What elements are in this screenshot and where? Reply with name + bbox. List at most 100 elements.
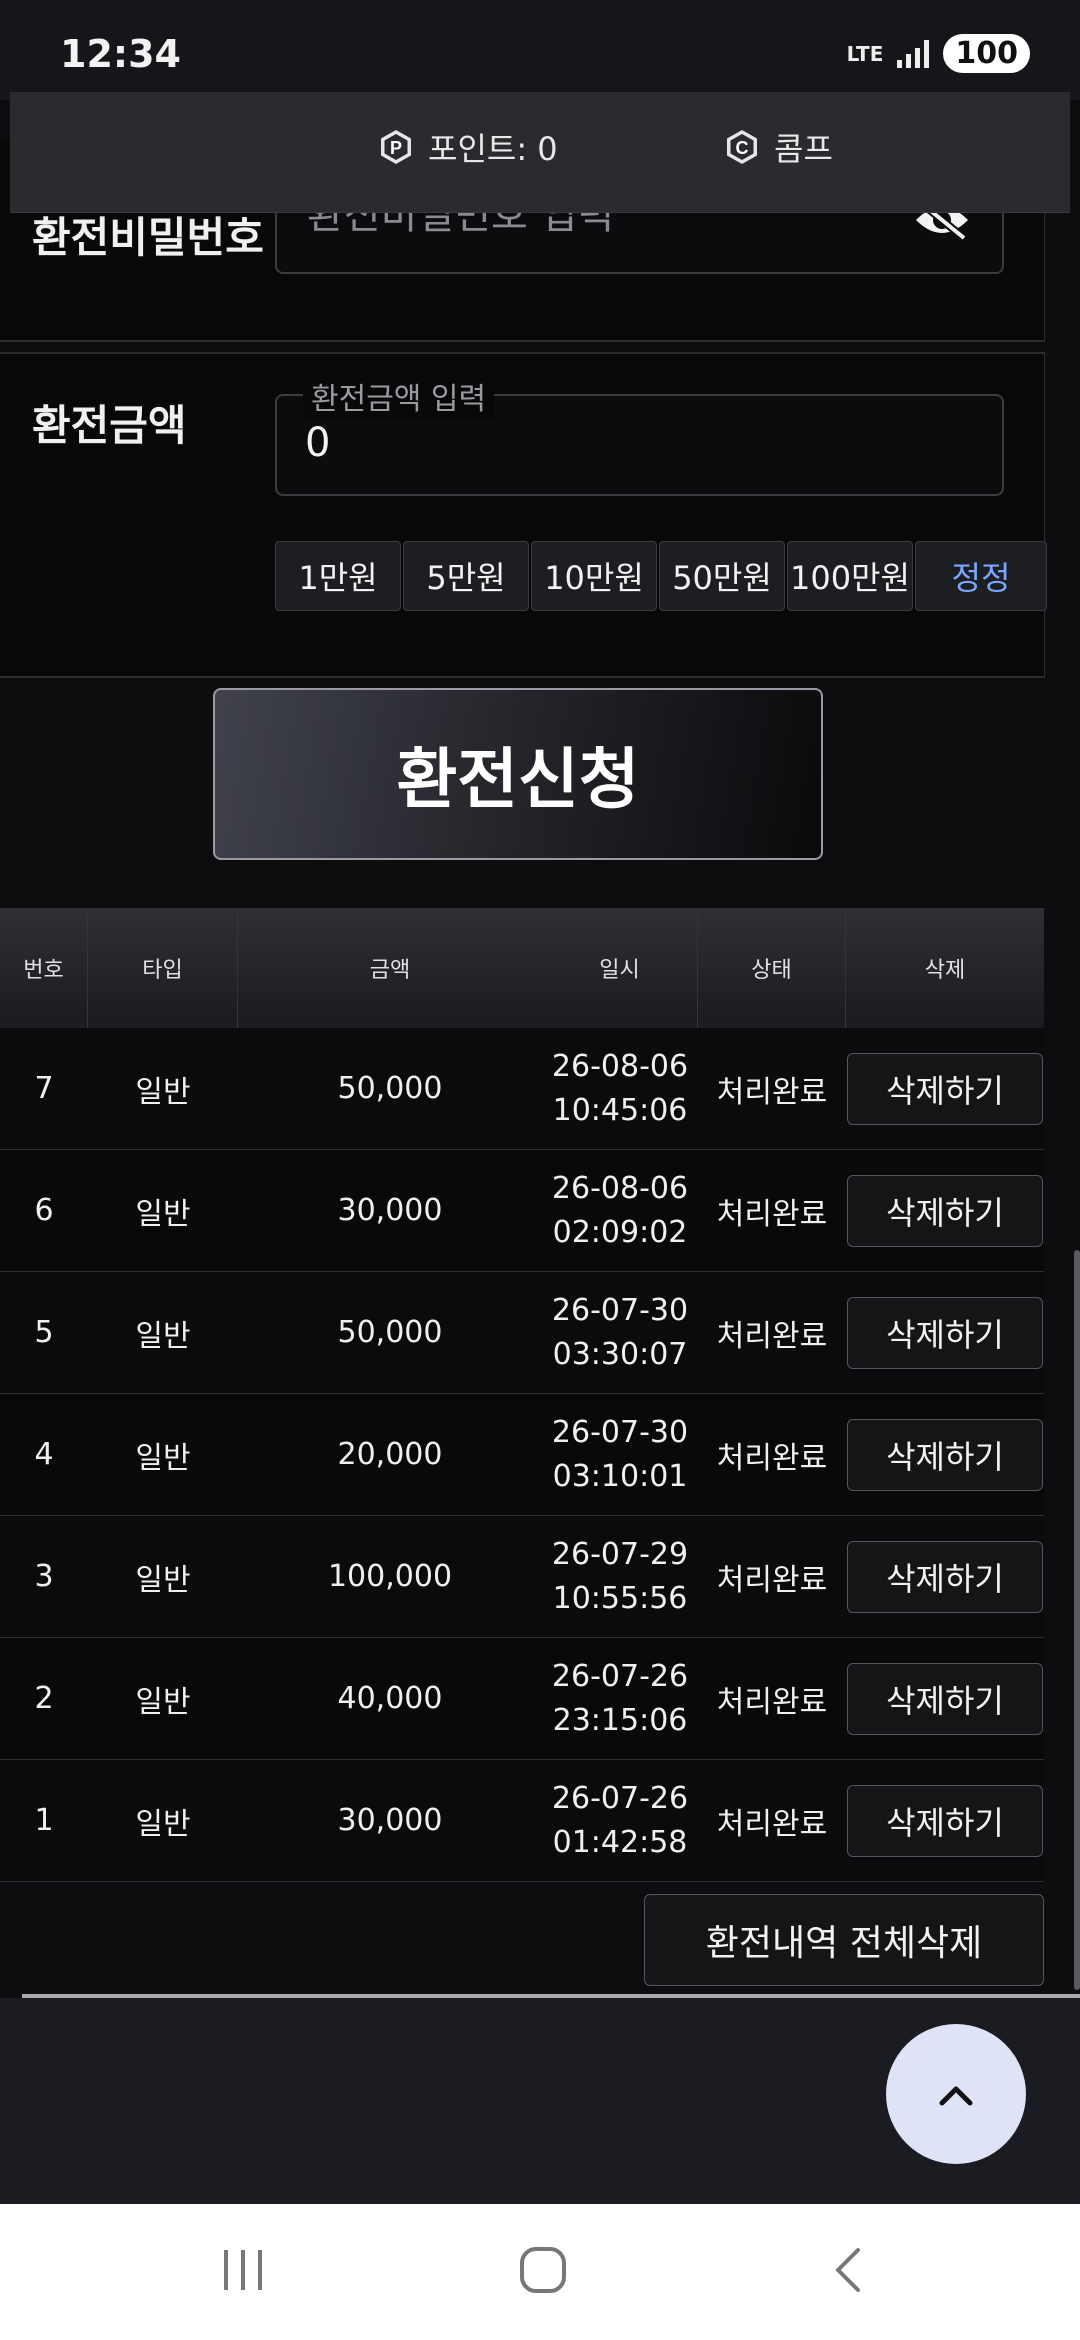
amount-input[interactable]: 환전금액 입력 0 <box>275 374 1004 496</box>
delete-row-button[interactable]: 삭제하기 <box>847 1784 1043 1857</box>
points-label: 포인트: 0 <box>428 130 558 168</box>
exchange-submit-button[interactable]: 환전신청 <box>213 688 823 860</box>
cell-date: 26-07-26 <box>551 1658 689 1694</box>
amount-100k-button[interactable]: 10만원 <box>531 541 657 611</box>
cell-datetime: 26-07-26 01:42:58 <box>542 1760 698 1881</box>
delete-row-button[interactable]: 삭제하기 <box>847 1052 1043 1125</box>
table-header: 번호 타입 금액 일시 상태 삭제 <box>0 908 1044 1028</box>
cell-time: 03:30:07 <box>552 1336 688 1372</box>
home-icon[interactable] <box>518 2244 568 2296</box>
cell-amount: 40,000 <box>337 1681 443 1716</box>
header-date: 일시 <box>542 908 698 1028</box>
chevron-up-icon <box>939 2086 973 2106</box>
recent-apps-icon[interactable] <box>218 2244 268 2296</box>
cell-no: 4 <box>34 1437 54 1472</box>
delete-row-button[interactable]: 삭제하기 <box>847 1296 1043 1369</box>
delete-row-button[interactable]: 삭제하기 <box>847 1174 1043 1247</box>
cell-date: 26-07-30 <box>551 1292 689 1328</box>
points-coin-icon: P <box>381 130 411 164</box>
delete-all-button[interactable]: 환전내역 전체삭제 <box>644 1894 1044 1986</box>
cell-no: 6 <box>34 1193 54 1228</box>
cell-amount: 30,000 <box>337 1193 443 1228</box>
cell-date: 26-07-26 <box>551 1780 689 1816</box>
table-row: 4 일반 20,000 26-07-30 03:10:01 처리완료 삭제하기 <box>0 1394 1044 1516</box>
cell-action: 삭제하기 <box>846 1150 1044 1271</box>
amount-1m-button[interactable]: 100만원 <box>787 541 913 611</box>
header-status: 상태 <box>698 908 846 1028</box>
cell-datetime: 26-08-06 02:09:02 <box>542 1150 698 1271</box>
cell-amount: 20,000 <box>337 1437 443 1472</box>
status-bar: 12:34 LTE 100 <box>0 0 1080 100</box>
points-icon-letter: P <box>390 138 402 158</box>
delete-row-button[interactable]: 삭제하기 <box>847 1540 1043 1613</box>
amount-label: 환전금액 <box>32 401 187 450</box>
header-amount: 금액 <box>369 958 411 983</box>
cell-status: 처리완료 <box>716 1562 828 1598</box>
cell-type: 일반 <box>135 1074 191 1110</box>
points-bar: P 포인트: 0 C 콤프 <box>10 92 1070 213</box>
header-type: 타입 <box>88 908 238 1028</box>
cell-type: 일반 <box>135 1196 191 1232</box>
comp-display[interactable]: C 콤프 <box>724 124 833 170</box>
cell-time: 10:45:06 <box>552 1092 688 1128</box>
cell-status: 처리완료 <box>716 1684 828 1720</box>
cell-action: 삭제하기 <box>846 1394 1044 1515</box>
cell-no: 2 <box>34 1681 54 1716</box>
cell-time: 01:42:58 <box>552 1824 688 1860</box>
amount-10k-button[interactable]: 1만원 <box>275 541 401 611</box>
status-time: 12:34 <box>60 32 181 76</box>
cell-type: 일반 <box>135 1440 191 1476</box>
cell-amount: 50,000 <box>337 1071 443 1106</box>
cell-status: 처리완료 <box>716 1074 828 1110</box>
cell-amount: 50,000 <box>337 1315 443 1350</box>
cell-time: 23:15:06 <box>552 1702 688 1738</box>
cell-amount: 100,000 <box>327 1559 453 1594</box>
delete-row-button[interactable]: 삭제하기 <box>847 1418 1043 1491</box>
cell-date: 26-08-06 <box>551 1170 689 1206</box>
cell-datetime: 26-07-30 03:10:01 <box>542 1394 698 1515</box>
cell-date: 26-08-06 <box>551 1048 689 1084</box>
cell-type: 일반 <box>135 1806 191 1842</box>
cell-status: 처리완료 <box>716 1440 828 1476</box>
points-display[interactable]: P 포인트: 0 <box>378 124 558 170</box>
scroll-top-button[interactable] <box>886 2024 1026 2164</box>
cell-time: 03:10:01 <box>552 1458 688 1494</box>
cell-datetime: 26-08-06 10:45:06 <box>542 1028 698 1149</box>
cell-type: 일반 <box>135 1684 191 1720</box>
cell-no: 3 <box>34 1559 54 1594</box>
cell-action: 삭제하기 <box>846 1760 1044 1881</box>
cell-datetime: 26-07-26 23:15:06 <box>542 1638 698 1759</box>
cell-action: 삭제하기 <box>846 1638 1044 1759</box>
comp-icon-letter: C <box>736 138 749 158</box>
cell-action: 삭제하기 <box>846 1028 1044 1149</box>
cell-status: 처리완료 <box>716 1196 828 1232</box>
amount-50k-button[interactable]: 5만원 <box>403 541 529 611</box>
cell-time: 10:55:56 <box>552 1580 688 1616</box>
comp-label: 콤프 <box>774 130 833 168</box>
password-label: 환전비밀번호 <box>32 213 264 262</box>
system-nav-bar <box>0 2204 1080 2340</box>
scrollbar[interactable] <box>1074 1250 1080 1990</box>
cell-no: 1 <box>34 1803 54 1838</box>
cell-datetime: 26-07-30 03:30:07 <box>542 1272 698 1393</box>
battery-icon: 100 <box>943 34 1030 73</box>
cell-action: 삭제하기 <box>846 1272 1044 1393</box>
signal-icon <box>897 39 930 68</box>
amount-500k-button[interactable]: 50만원 <box>659 541 785 611</box>
cell-no: 7 <box>34 1071 54 1106</box>
cell-status: 처리완료 <box>716 1318 828 1354</box>
table-row: 1 일반 30,000 26-07-26 01:42:58 처리완료 삭제하기 <box>0 1760 1044 1882</box>
amount-reset-button[interactable]: 정정 <box>915 541 1047 611</box>
comp-coin-icon: C <box>727 130 757 164</box>
delete-row-button[interactable]: 삭제하기 <box>847 1662 1043 1735</box>
cell-date: 26-07-29 <box>551 1536 689 1572</box>
table-row: 6 일반 30,000 26-08-06 02:09:02 처리완료 삭제하기 <box>0 1150 1044 1272</box>
cell-no: 5 <box>34 1315 54 1350</box>
cell-amount: 30,000 <box>337 1803 443 1838</box>
table-row: 7 일반 50,000 26-08-06 10:45:06 처리완료 삭제하기 <box>0 1028 1044 1150</box>
back-icon[interactable] <box>828 2244 868 2296</box>
cell-type: 일반 <box>135 1318 191 1354</box>
table-row: 5 일반 50,000 26-07-30 03:30:07 처리완료 삭제하기 <box>0 1272 1044 1394</box>
cell-date: 26-07-30 <box>551 1414 689 1450</box>
cell-action: 삭제하기 <box>846 1516 1044 1637</box>
